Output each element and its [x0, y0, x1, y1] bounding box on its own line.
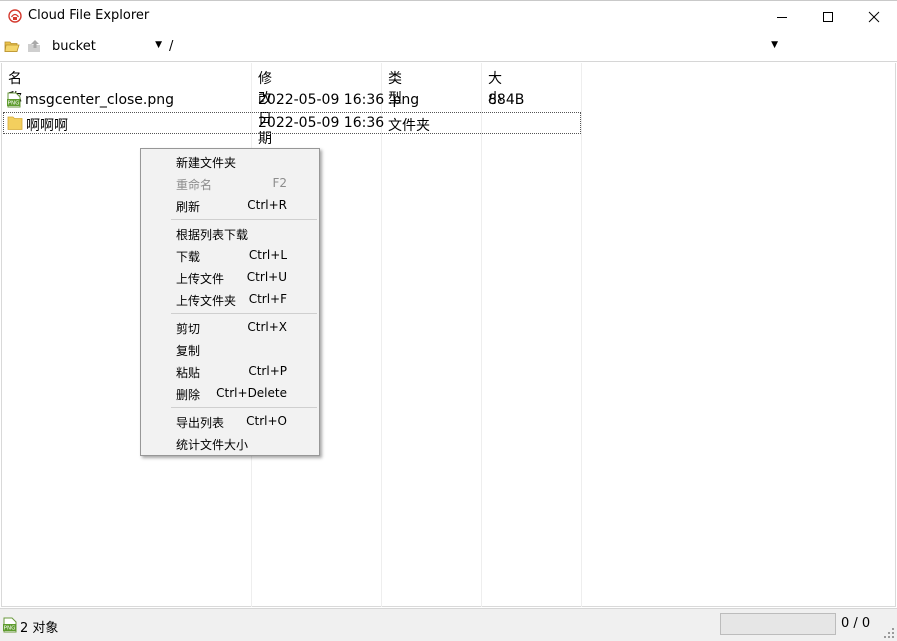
menu-item-rename: 重命名 F2	[141, 172, 319, 194]
menu-item-folder-size[interactable]: 统计文件大小	[141, 432, 319, 454]
cloud-drive-icon	[8, 9, 22, 23]
menu-item-label: 统计文件大小	[176, 438, 249, 452]
address-bar: bucket ▼ / ▼	[0, 32, 897, 62]
menu-item-label: 重命名	[176, 178, 213, 192]
table-row[interactable]: 啊啊啊 2022-05-09 16:36 文件夹	[3, 112, 581, 134]
menu-item-copy[interactable]: 复制	[141, 338, 319, 360]
maximize-icon	[823, 11, 833, 22]
menu-item-refresh[interactable]: 刷新 Ctrl+R	[141, 194, 319, 216]
menu-item-cut[interactable]: 剪切 Ctrl+X	[141, 316, 319, 338]
svg-text:PNG: PNG	[8, 101, 20, 107]
menu-item-download[interactable]: 下载 Ctrl+L	[141, 244, 319, 266]
bucket-select-value: bucket	[52, 39, 96, 54]
menu-item-shortcut: Ctrl+F	[248, 292, 287, 306]
menu-item-new-folder[interactable]: 新建文件夹	[141, 150, 319, 172]
dropdown-arrow-icon: ▼	[155, 40, 162, 50]
menu-item-shortcut: F2	[272, 176, 287, 190]
menu-item-shortcut: Ctrl+L	[248, 248, 287, 262]
svg-text:PNG: PNG	[4, 626, 16, 632]
menu-item-shortcut: Ctrl+P	[248, 364, 287, 378]
file-type: .png	[388, 92, 420, 108]
column-divider	[381, 63, 382, 607]
menu-item-label: 上传文件	[176, 272, 225, 286]
menu-item-label: 根据列表下载	[176, 228, 249, 242]
menu-item-download-by-list[interactable]: 根据列表下载	[141, 222, 319, 244]
path-input-value: /	[169, 39, 174, 54]
menu-item-upload-folder[interactable]: 上传文件夹 Ctrl+F	[141, 288, 319, 310]
file-size: 884B	[488, 92, 525, 108]
close-icon	[868, 11, 880, 22]
resize-grip-icon[interactable]	[883, 627, 895, 639]
menu-item-label: 导出列表	[176, 416, 225, 430]
minimize-button[interactable]	[759, 1, 805, 32]
menu-item-label: 复制	[176, 344, 201, 358]
menu-item-export-list[interactable]: 导出列表 Ctrl+O	[141, 410, 319, 432]
menu-item-label: 新建文件夹	[176, 156, 237, 170]
menu-separator	[171, 407, 317, 408]
menu-item-upload-file[interactable]: 上传文件 Ctrl+U	[141, 266, 319, 288]
menu-item-shortcut: Ctrl+Delete	[216, 386, 287, 400]
open-folder-icon[interactable]	[4, 38, 20, 54]
menu-separator	[171, 219, 317, 220]
column-divider	[481, 63, 482, 607]
column-divider	[581, 63, 582, 607]
transfer-counter: 0 / 0	[841, 616, 871, 631]
file-modified: 2022-05-09 16:36	[258, 92, 385, 108]
window-title: Cloud File Explorer	[28, 8, 150, 23]
file-name: msgcenter_close.png	[25, 92, 175, 108]
menu-separator	[171, 313, 317, 314]
file-list[interactable]: 名称 修改日期 类型 大小 PNG msgcenter_close.png 20…	[1, 63, 896, 607]
menu-item-shortcut: Ctrl+U	[246, 270, 287, 284]
menu-item-shortcut: Ctrl+X	[247, 320, 287, 334]
png-file-icon: PNG	[7, 92, 21, 108]
table-row[interactable]: PNG msgcenter_close.png 2022-05-09 16:36…	[3, 89, 581, 111]
progress-bar	[720, 613, 836, 635]
menu-item-label: 刷新	[176, 200, 201, 214]
menu-item-label: 剪切	[176, 322, 201, 336]
png-file-icon: PNG	[3, 617, 17, 633]
menu-item-label: 上传文件夹	[176, 294, 237, 308]
file-name: 啊啊啊	[26, 118, 68, 134]
dropdown-arrow-icon[interactable]: ▼	[771, 40, 778, 50]
bucket-select[interactable]: bucket ▼	[48, 36, 164, 58]
menu-item-label: 下载	[176, 250, 201, 264]
object-count: 2 对象	[20, 621, 59, 636]
file-type: 文件夹	[388, 118, 430, 134]
status-bar: PNG 2 对象 0 / 0	[0, 608, 897, 641]
file-modified: 2022-05-09 16:36	[258, 115, 385, 131]
context-menu: 新建文件夹 重命名 F2 刷新 Ctrl+R 根据列表下载 下载 Ctrl+L …	[140, 148, 320, 456]
menu-item-label: 粘贴	[176, 366, 201, 380]
title-bar: Cloud File Explorer	[0, 0, 897, 32]
folder-icon	[7, 116, 23, 130]
menu-item-delete[interactable]: 删除 Ctrl+Delete	[141, 382, 319, 404]
minimize-icon	[777, 16, 787, 18]
menu-item-shortcut: Ctrl+O	[246, 414, 287, 428]
maximize-button[interactable]	[805, 1, 851, 32]
menu-item-shortcut: Ctrl+R	[247, 198, 287, 212]
close-button[interactable]	[851, 1, 897, 32]
menu-item-label: 删除	[176, 388, 201, 402]
menu-item-paste[interactable]: 粘贴 Ctrl+P	[141, 360, 319, 382]
up-arrow-icon[interactable]	[26, 38, 42, 54]
path-input[interactable]: / ▼	[166, 36, 780, 58]
